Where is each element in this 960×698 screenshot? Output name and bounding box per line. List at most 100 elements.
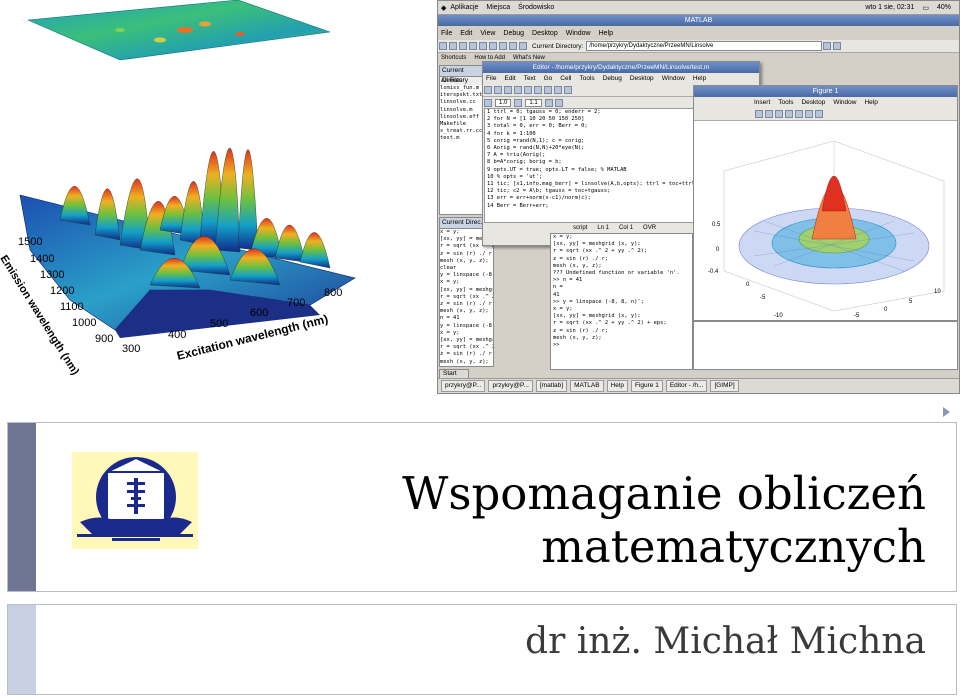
editor-save-icon[interactable]: [504, 86, 512, 94]
taskbar-item[interactable]: [matlab]: [535, 380, 568, 392]
cell-next-icon[interactable]: [554, 98, 563, 107]
simulink-icon[interactable]: [509, 42, 517, 50]
history-item[interactable]: [xx, yy] = meshgrid (x, y);: [440, 337, 493, 344]
editor-menu-help[interactable]: Help: [693, 75, 706, 82]
history-item[interactable]: [xx, yy] = meshgrid (x, y);: [440, 287, 493, 294]
history-item[interactable]: z = sin (r) ./ r;: [440, 351, 493, 358]
current-dir-field[interactable]: /home/przykry/Dydaktyczne/PrzeeMN/Linsol…: [586, 41, 823, 51]
cell-zoom-a[interactable]: 1.0: [495, 98, 512, 107]
current-directory-panel: Current Directory All Files lsmiss_fun.m…: [439, 65, 484, 215]
matlab-menu-debug[interactable]: Debug: [503, 30, 524, 37]
cell-plus-icon[interactable]: [514, 98, 523, 107]
history-item[interactable]: z = sin (r) ./ r;: [440, 301, 493, 308]
matlab-menu-edit[interactable]: Edit: [460, 30, 472, 37]
clock[interactable]: wto 1 sie, 02:31: [865, 4, 914, 11]
command-output-line: >>: [553, 342, 560, 349]
file-list-item[interactable]: test.m: [440, 135, 483, 142]
taskbar-item[interactable]: przykry@P...: [488, 380, 533, 392]
zoom-in-icon[interactable]: [755, 110, 763, 118]
slide-arrow-icon: [943, 407, 950, 417]
taskbar-item[interactable]: Figure 1: [630, 380, 663, 392]
colorbar-icon[interactable]: [805, 110, 813, 118]
top-menu-system[interactable]: Środowisko: [518, 4, 554, 11]
history-item[interactable]: clear: [440, 265, 493, 272]
editor-menu-text[interactable]: Text: [524, 75, 536, 82]
pan-icon[interactable]: [775, 110, 783, 118]
command-window-extension[interactable]: [693, 321, 958, 370]
editor-menu-tools[interactable]: Tools: [579, 75, 594, 82]
file-list-item[interactable]: iterspskt.txt: [440, 92, 483, 99]
taskbar-item[interactable]: Help: [606, 380, 628, 392]
new-file-icon[interactable]: [439, 42, 447, 50]
file-list-item[interactable]: linsolve.m: [440, 107, 483, 114]
history-item[interactable]: y = linspace (-8, 8, n)';: [440, 323, 493, 330]
editor-new-icon[interactable]: [484, 86, 492, 94]
taskbar-item[interactable]: [GIMP]: [710, 380, 739, 392]
cell-minus-icon[interactable]: [484, 98, 492, 107]
editor-menu-window[interactable]: Window: [662, 75, 685, 82]
history-item[interactable]: x = y;: [440, 279, 493, 286]
history-item[interactable]: mesh (x, y, z);: [440, 258, 493, 265]
file-list-item[interactable]: s_treat.rr.cc: [440, 128, 483, 135]
browse-folder-icon[interactable]: [823, 42, 832, 50]
zoom-out-icon[interactable]: [765, 110, 773, 118]
editor-menu-file[interactable]: File: [486, 75, 496, 82]
matlab-menu-desktop[interactable]: Desktop: [532, 30, 558, 37]
figure-menu-tools[interactable]: Tools: [778, 99, 793, 106]
matlab-menu-window[interactable]: Window: [566, 30, 591, 37]
editor-menu-go[interactable]: Go: [544, 75, 553, 82]
all-files-header[interactable]: All Files: [440, 77, 483, 85]
file-list-item[interactable]: linsolve.cc: [440, 99, 483, 106]
editor-breakpoint-icon[interactable]: [544, 86, 552, 94]
matlab-menu-file[interactable]: File: [441, 30, 452, 37]
top-menu-places[interactable]: Miejsca: [486, 4, 510, 11]
editor-menu-debug[interactable]: Debug: [603, 75, 622, 82]
history-item[interactable]: r = sqrt (xx .^ 2 + yy .^ 2);: [440, 294, 493, 301]
taskbar-item[interactable]: przykry@P...: [441, 380, 486, 392]
history-item[interactable]: mesh (x, y, z);: [440, 359, 493, 366]
undo-icon[interactable]: [489, 42, 497, 50]
legend-icon[interactable]: [815, 110, 823, 118]
cell-zoom-b[interactable]: 1.1: [525, 98, 542, 107]
data-cursor-icon[interactable]: [795, 110, 803, 118]
taskbar-item[interactable]: Editor - /h...: [665, 380, 708, 392]
history-item[interactable]: y = linspace (-8, 8, n)';: [440, 272, 493, 279]
editor-open-icon[interactable]: [494, 86, 502, 94]
editor-print-icon[interactable]: [514, 86, 522, 94]
editor-step-icon[interactable]: [554, 86, 562, 94]
figure-menu-help[interactable]: Help: [864, 99, 877, 106]
editor-menu-cell[interactable]: Cell: [560, 75, 571, 82]
history-item[interactable]: n = 41: [440, 315, 493, 322]
editor-menu-desktop[interactable]: Desktop: [630, 75, 654, 82]
editor-stack-icon[interactable]: [564, 86, 572, 94]
top-menu-applications[interactable]: Aplikacje: [450, 4, 478, 11]
history-item[interactable]: mesh (x, y, z);: [440, 308, 493, 315]
gnome-foot-icon: ◆: [441, 4, 447, 12]
cut-icon[interactable]: [459, 42, 467, 50]
file-list-item[interactable]: lsmiss_fun.m: [440, 85, 483, 92]
editor-menu-edit[interactable]: Edit: [504, 75, 515, 82]
editor-run-icon[interactable]: [534, 86, 542, 94]
history-item[interactable]: r = sqrt (xx .^ 2 + yy .^ 2);: [440, 344, 493, 351]
matlab-menu-help[interactable]: Help: [599, 30, 613, 37]
history-item[interactable]: z = sin (r) ./ r;: [440, 251, 493, 258]
open-file-icon[interactable]: [449, 42, 457, 50]
figure-menu-desktop[interactable]: Desktop: [801, 99, 825, 106]
figure-menu-insert[interactable]: Insert: [754, 99, 770, 106]
paste-icon[interactable]: [479, 42, 487, 50]
matlab-menu-view[interactable]: View: [480, 30, 495, 37]
file-list-item[interactable]: linsolve.eff: [440, 114, 483, 121]
history-item[interactable]: x = y;: [440, 330, 493, 337]
redo-icon[interactable]: [499, 42, 507, 50]
help-icon[interactable]: [519, 42, 527, 50]
copy-icon[interactable]: [469, 42, 477, 50]
file-list-item[interactable]: Makefile: [440, 121, 483, 128]
command-window[interactable]: x = y; [xx, yy] = meshgrid (x, y); r = sqr…: [550, 233, 693, 370]
figure-menu-window[interactable]: Window: [833, 99, 856, 106]
rotate-icon[interactable]: [785, 110, 793, 118]
taskbar-item[interactable]: MATLAB: [570, 380, 604, 392]
fig-x-tick: -5: [760, 295, 766, 301]
up-folder-icon[interactable]: [833, 42, 842, 50]
editor-find-icon[interactable]: [524, 86, 532, 94]
cell-eval-icon[interactable]: [544, 98, 553, 107]
